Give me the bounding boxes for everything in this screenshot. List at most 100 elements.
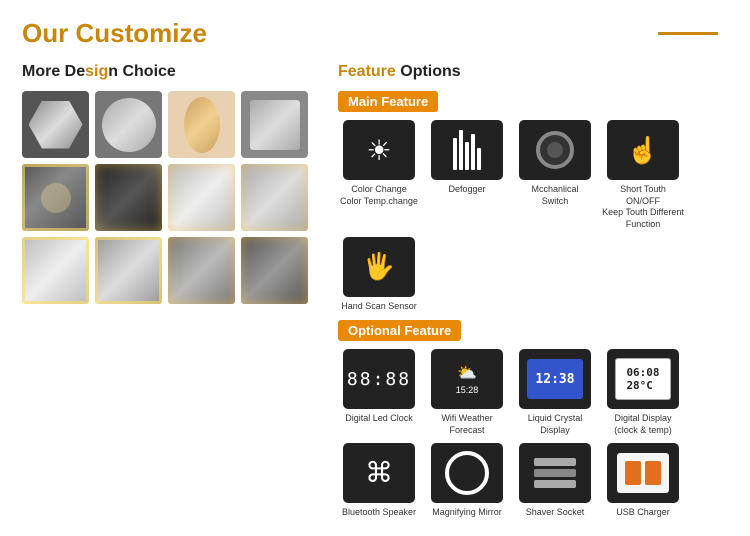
list-item: USB Charger — [602, 443, 684, 519]
usb-icon-box — [607, 443, 679, 503]
mirror-photo-row-3 — [22, 237, 322, 304]
list-item — [22, 91, 89, 158]
weather-label: Wifi Weather Forecast — [426, 413, 508, 436]
design-section-title: More Design Choice — [22, 63, 322, 81]
defog-bar — [453, 138, 457, 170]
shaver-slot — [534, 480, 576, 488]
lcd-label: Liquid Crystal Display — [514, 413, 596, 436]
list-item: 🖐 Hand Scan Sensor — [338, 237, 420, 313]
lcd-icon-box: 12:38 — [519, 349, 591, 409]
optional-feature-grid: 88:88 Digital Led Clock ⛅ 15:28 Wifi Wea… — [338, 349, 728, 436]
digital-display-icon: 06:0828°C — [615, 358, 671, 400]
color-change-label: Color ChangeColor Temp.change — [340, 184, 418, 207]
cloud-icon: ⛅ — [457, 363, 477, 383]
color-change-icon-box: ☀ — [343, 120, 415, 180]
list-item: Shaver Socket — [514, 443, 596, 519]
weather-icon-box: ⛅ 15:28 — [431, 349, 503, 409]
list-item — [241, 237, 308, 304]
glow-effect — [95, 237, 162, 304]
shaver-slot — [534, 458, 576, 466]
title-customize: Customize — [75, 18, 206, 48]
title-sig: sig — [85, 63, 108, 80]
hand-scan-icon: 🖐 — [363, 251, 395, 282]
touch-label: Short Touth ON/OFFKeep Touth DifferentFu… — [602, 184, 684, 231]
header: Our Customize — [22, 18, 728, 49]
list-item: Defogger — [426, 120, 508, 231]
usb-label: USB Charger — [616, 507, 670, 519]
clock-led-icon: 88:88 — [347, 369, 411, 390]
list-item — [95, 164, 162, 231]
header-divider — [658, 32, 718, 35]
list-item: 06:0828°C Digital Display(clock & temp) — [602, 349, 684, 436]
digital-clock-icon-box: 88:88 — [343, 349, 415, 409]
defog-bar — [477, 148, 481, 170]
magnify-icon-box — [431, 443, 503, 503]
shaver-label: Shaver Socket — [526, 507, 585, 519]
list-item — [22, 237, 89, 304]
list-item — [241, 164, 308, 231]
bluetooth-icon: ⌘ — [365, 456, 393, 489]
title-feature-highlight: Feature — [338, 63, 396, 80]
list-item: 88:88 Digital Led Clock — [338, 349, 420, 436]
title-our: Our — [22, 18, 75, 48]
magnify-icon — [445, 451, 489, 495]
bluetooth-label: Bluetooth Speaker — [342, 507, 416, 519]
switch-icon-box — [519, 120, 591, 180]
glow-soft — [241, 164, 308, 231]
list-item: Magnifying Mirror — [426, 443, 508, 519]
digital-display-label: Digital Display(clock & temp) — [614, 413, 672, 436]
magnify-label: Magnifying Mirror — [432, 507, 502, 519]
usb-port — [645, 461, 661, 485]
usb-icon — [617, 453, 669, 493]
mirror-shape-row — [22, 91, 322, 158]
list-item: 12:38 Liquid Crystal Display — [514, 349, 596, 436]
list-item — [168, 164, 235, 231]
glow-soft — [168, 237, 235, 304]
list-item — [241, 91, 308, 158]
feature-section-title: Feature Options — [338, 63, 728, 81]
oval-shape — [184, 97, 220, 153]
list-item: ☝ Short Touth ON/OFFKeep Touth Different… — [602, 120, 684, 231]
left-column: More Design Choice — [22, 63, 322, 525]
list-item — [22, 164, 89, 231]
title-n-choice: n Choice — [108, 63, 176, 80]
list-item — [95, 237, 162, 304]
weather-icon: ⛅ 15:28 — [456, 363, 479, 395]
optional-feature-label: Optional Feature — [338, 320, 461, 341]
touch-icon-box: ☝ — [607, 120, 679, 180]
shaver-icon-box — [519, 443, 591, 503]
main-feature-label: Main Feature — [338, 91, 438, 112]
right-column: Feature Options Main Feature ☀ Color Cha… — [338, 63, 728, 525]
glow-soft — [168, 164, 235, 231]
mirror-photo-row-2 — [22, 164, 322, 231]
shaver-icon — [534, 458, 576, 488]
defog-icon — [453, 130, 481, 170]
switch-icon — [536, 131, 574, 169]
list-item — [168, 91, 235, 158]
clock-label: Digital Led Clock — [345, 413, 413, 425]
list-item — [168, 237, 235, 304]
circle-shape — [102, 98, 156, 152]
optional-feature-grid-2: ⌘ Bluetooth Speaker Magnifying Mirror — [338, 443, 728, 519]
digital-display-icon-box: 06:0828°C — [607, 349, 679, 409]
rect-shape — [250, 100, 300, 150]
shaver-slot — [534, 469, 576, 477]
hex-shape — [29, 101, 83, 149]
hand-scan-icon-box: 🖐 — [343, 237, 415, 297]
touch-icon: ☝ — [627, 135, 659, 166]
inner-light — [41, 183, 71, 213]
list-item: ⌘ Bluetooth Speaker — [338, 443, 420, 519]
main-feature-section: Main Feature ☀ Color ChangeColor Temp.ch… — [338, 91, 728, 312]
usb-port — [625, 461, 641, 485]
sun-icon: ☀ — [366, 134, 391, 167]
defog-bar — [459, 130, 463, 170]
bluetooth-icon-box: ⌘ — [343, 443, 415, 503]
page: Our Customize More Design Choice — [0, 0, 750, 536]
glow-soft — [95, 164, 162, 231]
list-item: McchanlicalSwitch — [514, 120, 596, 231]
list-item: ⛅ 15:28 Wifi Weather Forecast — [426, 349, 508, 436]
glow-effect — [22, 237, 89, 304]
defog-bar — [465, 142, 469, 170]
main-content: More Design Choice — [22, 63, 728, 525]
list-item: ☀ Color ChangeColor Temp.change — [338, 120, 420, 231]
